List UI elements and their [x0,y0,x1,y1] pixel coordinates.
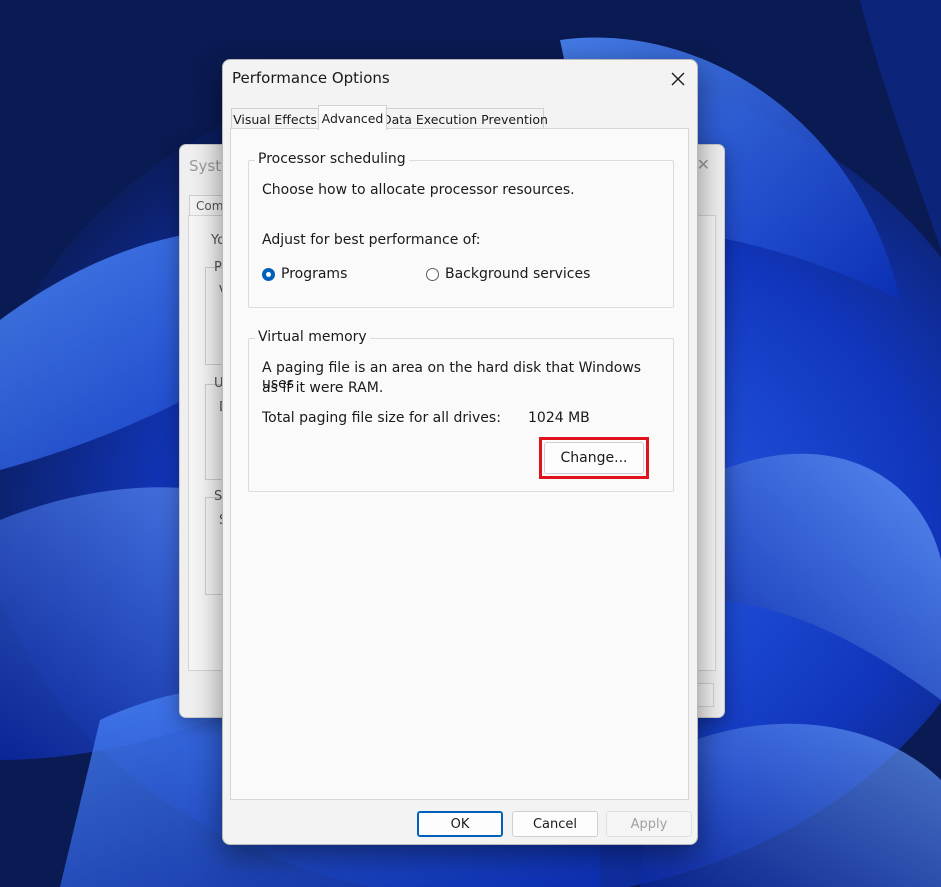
close-icon [671,72,685,86]
dialog-title: Performance Options [232,69,390,87]
background-services-radio-label: Background services [445,266,591,282]
total-paging-file-value: 1024 MB [528,410,590,426]
tab-data-execution-prevention[interactable]: Data Execution Prevention [382,108,548,129]
advanced-tab-panel: Processor scheduling Choose how to alloc… [230,128,689,800]
desktop: Syste ✕ Com Yo P V U D S S Performance O… [0,0,941,887]
change-button[interactable]: Change... [544,442,644,474]
virtual-memory-legend: Virtual memory [255,329,370,345]
virtual-memory-description-continued: as if it were RAM. [262,380,384,396]
tab-advanced[interactable]: Advanced [318,105,387,130]
radio-unchecked-icon [426,267,439,281]
close-icon[interactable]: ✕ [697,155,710,174]
tab-visual-effects[interactable]: Visual Effects [231,108,319,129]
processor-scheduling-legend: Processor scheduling [255,151,409,167]
close-button[interactable] [663,66,693,92]
total-paging-file-label: Total paging file size for all drives: [262,410,501,426]
background-services-radio[interactable]: Background services [426,266,590,282]
programs-radio[interactable]: Programs [262,266,347,282]
cancel-button[interactable]: Cancel [512,811,598,837]
adjust-performance-label: Adjust for best performance of: [262,232,481,248]
performance-options-dialog: Performance Options Visual Effects Advan… [222,59,698,845]
text-fragment: P [214,260,222,275]
processor-scheduling-group: Processor scheduling Choose how to alloc… [248,151,674,308]
apply-button[interactable]: Apply [606,811,692,837]
ok-button[interactable]: OK [417,811,503,837]
programs-radio-label: Programs [281,266,348,282]
processor-scheduling-description: Choose how to allocate processor resourc… [262,182,575,198]
radio-checked-icon [262,267,275,281]
